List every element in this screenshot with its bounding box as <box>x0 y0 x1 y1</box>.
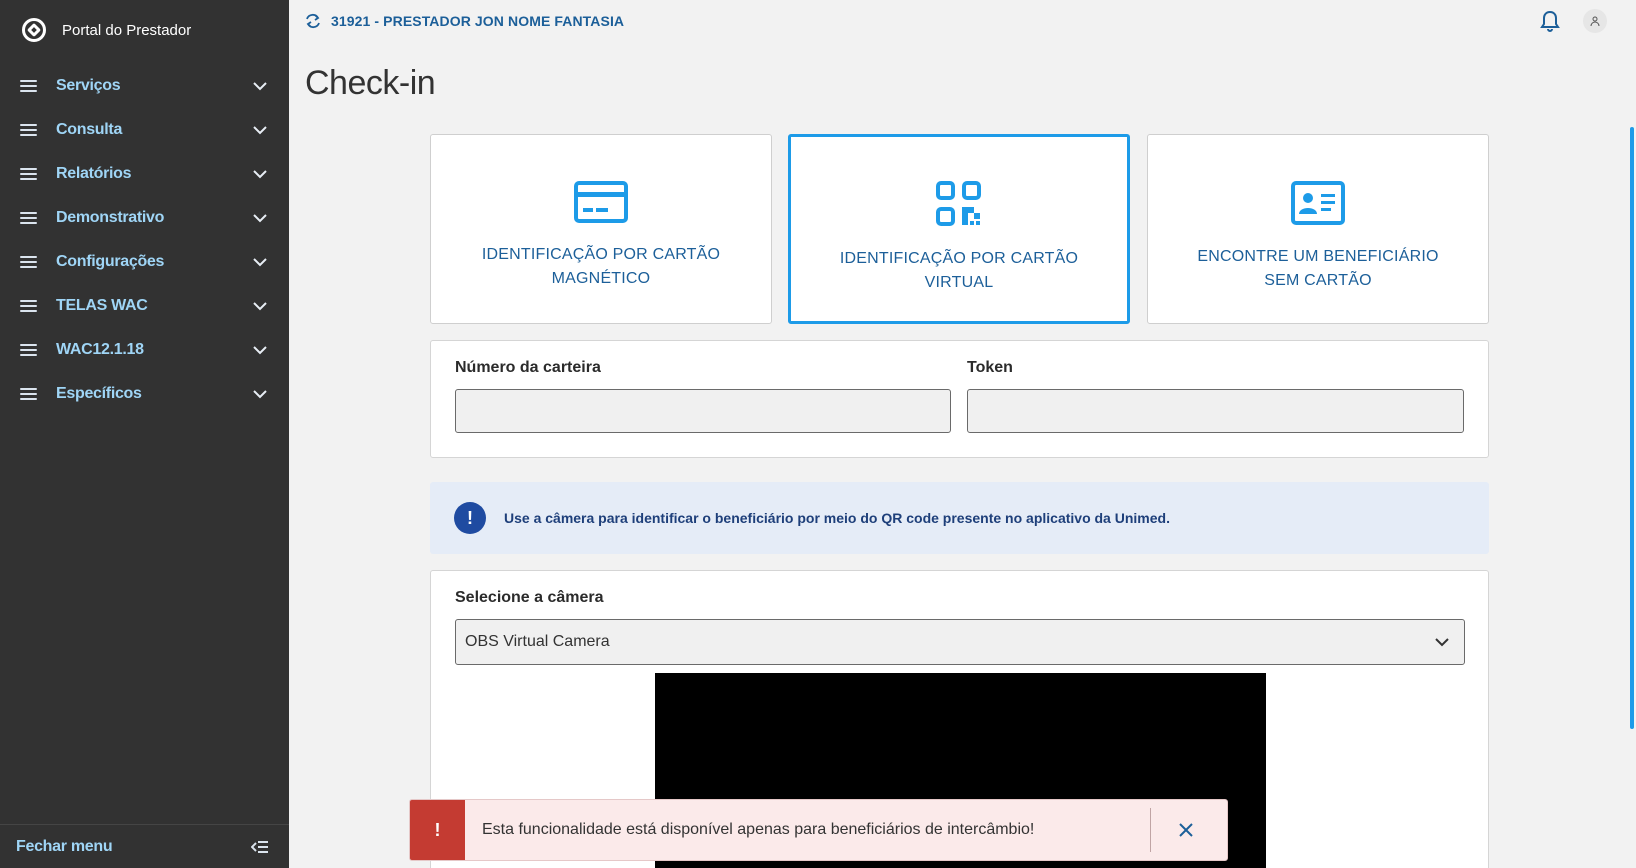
sidebar-item-label: Demonstrativo <box>56 209 165 226</box>
avatar[interactable] <box>1583 9 1607 33</box>
chevron-down-icon <box>1435 638 1449 647</box>
user-icon <box>1590 16 1600 26</box>
menu-icon <box>20 344 37 356</box>
sidebar-item-label: Serviços <box>56 77 121 94</box>
sidebar-item-label: Relatórios <box>56 165 132 182</box>
camera-select[interactable]: OBS Virtual Camera <box>455 619 1465 665</box>
sidebar-item-telas-wac[interactable]: TELAS WAC <box>0 284 289 328</box>
menu-icon <box>20 168 37 180</box>
menu-icon <box>20 388 37 400</box>
card-number-label: Número da carteira <box>455 359 601 376</box>
sidebar-item-label: WAC12.1.18 <box>56 341 144 358</box>
sidebar-item-label: Configurações <box>56 253 165 270</box>
card-number-input[interactable] <box>455 389 951 433</box>
menu-icon <box>20 124 37 136</box>
sidebar-item-servicos[interactable]: Serviços <box>0 64 289 108</box>
qr-code-icon <box>936 181 981 226</box>
sidebar-item-label: Específicos <box>56 385 142 402</box>
error-toast: ! Esta funcionalidade está disponível ap… <box>409 799 1228 861</box>
close-icon <box>1179 823 1193 837</box>
close-menu-button[interactable]: Fechar menu <box>0 824 289 868</box>
app-name: Portal do Prestador <box>62 21 192 39</box>
chevron-down-icon <box>253 302 267 311</box>
menu-icon <box>20 80 37 92</box>
chevron-down-icon <box>253 214 267 223</box>
chevron-down-icon <box>253 258 267 267</box>
chevron-down-icon <box>253 390 267 399</box>
sidebar-item-wac12118[interactable]: WAC12.1.18 <box>0 328 289 372</box>
camera-select-label: Selecione a câmera <box>455 589 604 606</box>
sidebar-item-label: Consulta <box>56 121 123 138</box>
info-icon: ! <box>454 502 486 534</box>
totvs-logo-icon <box>22 18 46 42</box>
card-label: IDENTIFICAÇÃO POR CARTÃO VIRTUAL <box>839 250 1079 291</box>
chevron-down-icon <box>253 170 267 179</box>
sidebar: Portal do Prestador Serviços Consulta Re… <box>0 0 289 868</box>
chevron-down-icon <box>253 82 267 91</box>
sidebar-item-especificos[interactable]: Específicos <box>0 372 289 416</box>
card-magnetic[interactable]: IDENTIFICAÇÃO POR CARTÃO MAGNÉTICO <box>430 134 772 324</box>
sidebar-nav: Serviços Consulta Relatórios Demonstrati… <box>0 64 289 416</box>
toast-divider <box>1150 808 1151 852</box>
toast-close-button[interactable] <box>1179 823 1227 837</box>
chevron-down-icon <box>253 126 267 135</box>
chevron-down-icon <box>253 346 267 355</box>
identification-form: Número da carteira Token <box>430 340 1489 458</box>
sidebar-item-demonstrativo[interactable]: Demonstrativo <box>0 196 289 240</box>
card-label: ENCONTRE UM BENEFICIÁRIO SEM CARTÃO <box>1197 248 1439 289</box>
menu-icon <box>20 300 37 312</box>
provider-name[interactable]: 31921 - PRESTADOR JON NOME FANTASIA <box>331 13 624 29</box>
close-menu-label: Fechar menu <box>16 837 113 855</box>
sidebar-item-consulta[interactable]: Consulta <box>0 108 289 152</box>
bell-icon[interactable] <box>1540 10 1560 32</box>
scrollbar[interactable] <box>1630 127 1634 729</box>
topbar: 31921 - PRESTADOR JON NOME FANTASIA <box>289 0 1636 42</box>
menu-icon <box>20 256 37 268</box>
card-label: IDENTIFICAÇÃO POR CARTÃO MAGNÉTICO <box>481 246 721 287</box>
id-card-icon <box>1291 181 1345 225</box>
credit-card-icon <box>574 181 628 223</box>
sidebar-item-label: TELAS WAC <box>56 297 148 314</box>
camera-select-value: OBS Virtual Camera <box>465 633 610 650</box>
token-label: Token <box>967 359 1013 376</box>
brand[interactable]: Portal do Prestador <box>0 0 289 60</box>
switch-provider-icon[interactable] <box>305 13 321 29</box>
alert-text: Use a câmera para identificar o benefici… <box>504 510 1170 526</box>
menu-icon <box>20 212 37 224</box>
card-virtual[interactable]: IDENTIFICAÇÃO POR CARTÃO VIRTUAL <box>788 134 1130 324</box>
info-alert: ! Use a câmera para identificar o benefi… <box>430 482 1489 554</box>
sidebar-item-configuracoes[interactable]: Configurações <box>0 240 289 284</box>
collapse-menu-icon <box>251 840 268 853</box>
error-icon: ! <box>410 800 465 860</box>
page-title: Check-in <box>305 64 436 102</box>
toast-message: Esta funcionalidade está disponível apen… <box>482 821 1035 838</box>
card-no-card[interactable]: ENCONTRE UM BENEFICIÁRIO SEM CARTÃO <box>1147 134 1489 324</box>
sidebar-item-relatorios[interactable]: Relatórios <box>0 152 289 196</box>
token-input[interactable] <box>967 389 1464 433</box>
